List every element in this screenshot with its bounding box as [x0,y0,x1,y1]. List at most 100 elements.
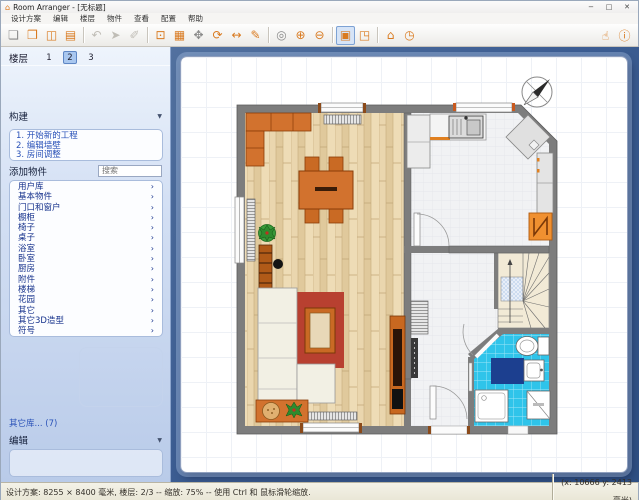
floor-plan[interactable] [181,57,628,473]
chevron-right-icon: › [151,192,154,202]
oven-unit[interactable] [529,213,552,240]
status-info: 设计方案: 8255 × 8400 毫米, 楼层: 2/3 -- 缩放: 75%… [1,487,552,498]
sidebar-item-basic-objects[interactable]: 基本物件› [10,192,162,202]
zoom-fit-icon[interactable]: ◎ [272,26,291,45]
edit-section-header[interactable]: 编辑 ▼ [1,433,170,447]
plant[interactable] [259,225,276,242]
build-section-header[interactable]: 构建 ▼ [1,109,170,123]
object-categories-box: 用户库› 基本物件› 门口和窗户› 橱柜› 椅子› 桌子› 浴室› 卧室› 厨房… [9,180,163,337]
close-button[interactable]: ✕ [618,1,636,13]
menu-view[interactable]: 查看 [128,13,155,24]
rotate-icon[interactable]: ⟳ [208,26,227,45]
sidebar-item-tables[interactable]: 桌子› [10,233,162,243]
minimize-button[interactable]: − [582,1,600,13]
bathroom-window[interactable] [508,426,528,434]
sidebar-item-doors-windows[interactable]: 门口和窗户› [10,203,162,213]
side-table-with-plant[interactable] [256,400,308,422]
sidebar-item-other-3d[interactable]: 其它3D造型› [10,316,162,326]
radiator[interactable] [306,412,357,420]
undo-icon[interactable]: ↶ [87,26,106,45]
floors-label: 楼层 [9,51,28,65]
floor-tab-3[interactable]: 3 [84,51,98,64]
shower[interactable] [475,390,508,422]
select-area-icon[interactable]: ⊡ [151,26,170,45]
sidebar-item-bedroom[interactable]: 卧室› [10,254,162,264]
open-icon[interactable]: ❒ [23,26,42,45]
stairs[interactable] [494,253,549,328]
plan-page[interactable] [180,56,628,473]
floor-tab-1[interactable]: 1 [42,51,56,64]
kitchen-wall-units[interactable] [537,153,553,213]
menu-edit[interactable]: 编辑 [47,13,74,24]
room-arranger-window: ⌂ Room Arranger - [无标题] − □ ✕ 设计方案 编辑 楼层… [0,0,639,500]
coffee-table[interactable] [305,308,335,353]
compass-icon[interactable] [522,77,552,107]
chevron-right-icon: › [151,203,154,213]
walk-through-icon[interactable]: ⌂ [381,26,400,45]
sidebar-item-other[interactable]: 其它› [10,306,162,316]
toilet[interactable] [516,337,549,356]
toolbar-separator [377,27,378,43]
sidebar-item-chairs[interactable]: 椅子› [10,223,162,233]
chevron-right-icon: › [151,244,154,254]
bathroom[interactable] [468,328,550,434]
save-icon[interactable]: ◫ [42,26,61,45]
window-title: Room Arranger - [无标题] [13,2,106,13]
view-3d-icon[interactable]: ▣ [336,26,355,45]
chevron-right-icon: › [151,182,154,192]
counter-with-sink[interactable] [430,114,486,140]
menu-options[interactable]: 配置 [155,13,182,24]
touch-mode-icon[interactable]: ☝ [596,26,615,45]
build-step-adjust-room[interactable]: 3. 房间调整 [16,151,156,161]
maximize-button[interactable]: □ [600,1,618,13]
bath-rug[interactable] [491,358,524,384]
menu-bar: 设计方案 编辑 楼层 物件 查看 配置 帮助 [1,13,638,24]
new-file-icon[interactable]: ❏ [4,26,23,45]
kitchen-tall-cabinet[interactable] [407,115,430,168]
menu-help[interactable]: 帮助 [182,13,209,24]
chevron-right-icon: › [151,254,154,264]
wash-basin[interactable] [524,360,544,381]
sidebar: 楼层 1 2 3 构建 ▼ 1. 开始新的工程 2. 编辑墙壁 3. 房间调整 … [1,47,171,482]
draw-spline-icon[interactable]: ✎ [246,26,265,45]
collapse-arrow-icon[interactable]: ▼ [157,113,162,120]
sidebar-item-cabinets[interactable]: 橱柜› [10,213,162,223]
radiator[interactable] [411,301,428,334]
tv-cabinet[interactable] [390,316,405,414]
menu-object[interactable]: 物件 [101,13,128,24]
search-input[interactable] [98,165,162,177]
toolbar: ❏ ❒ ◫ ▤ ↶ ➤ ✐ ⊡ ▦ ✥ ⟳ ↔ ✎ ◎ ⊕ ⊖ ▣ ◳ ⌂ ◷ … [1,24,638,47]
other-libraries-link[interactable]: 其它库... (7) [9,417,57,429]
sidebar-item-symbols[interactable]: 符号› [10,326,162,336]
zoom-out-icon[interactable]: ⊖ [310,26,329,45]
sidebar-item-garden[interactable]: 花园› [10,295,162,305]
dimensions-icon[interactable]: ↔ [227,26,246,45]
paint-icon[interactable]: ✐ [125,26,144,45]
floor-tab-2[interactable]: 2 [63,51,77,64]
stool[interactable] [273,259,283,269]
sidebar-item-user-library[interactable]: 用户库› [10,182,162,192]
print-icon[interactable]: ▤ [61,26,80,45]
draw-wall-icon[interactable]: ▦ [170,26,189,45]
add-objects-header: 添加物件 [1,163,170,178]
menu-design[interactable]: 设计方案 [5,13,47,24]
washing-machine[interactable] [527,391,550,419]
sidebar-item-stairs[interactable]: 楼梯› [10,285,162,295]
chevron-right-icon: › [151,275,154,285]
sidebar-item-kitchen[interactable]: 厨房› [10,264,162,274]
chevron-right-icon: › [151,223,154,233]
build-steps-box: 1. 开始新的工程 2. 编辑墙壁 3. 房间调整 [9,129,163,161]
menu-floor[interactable]: 楼层 [74,13,101,24]
radiator[interactable] [247,199,255,261]
sidebar-item-accessories[interactable]: 附件› [10,275,162,285]
drawing-canvas[interactable] [171,47,639,482]
collapse-arrow-icon[interactable]: ▼ [157,437,162,444]
radiator[interactable] [324,115,361,124]
zoom-in-icon[interactable]: ⊕ [291,26,310,45]
move-points-icon[interactable]: ✥ [189,26,208,45]
pointer-icon[interactable]: ➤ [106,26,125,45]
objects-3d-icon[interactable]: ◳ [355,26,374,45]
about-icon[interactable]: ⓘ [615,26,634,45]
sidebar-item-bathroom[interactable]: 浴室› [10,244,162,254]
history-icon[interactable]: ◷ [400,26,419,45]
